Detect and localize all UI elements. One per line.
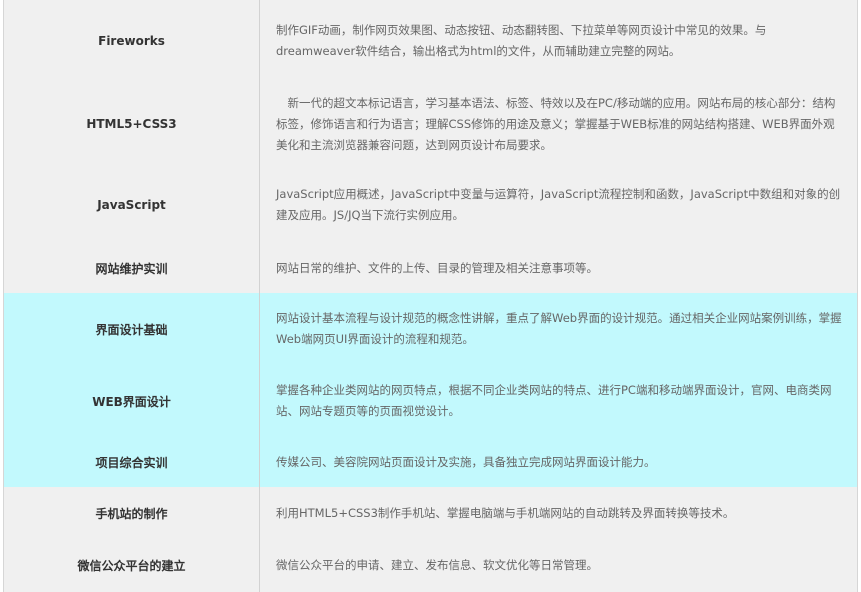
course-description-text: JavaScript应用概述，JavaScript中变量与运算符，JavaScr…	[276, 187, 841, 222]
course-name: HTML5+CSS3	[4, 82, 260, 166]
course-name: 微信公众平台的建立	[4, 539, 260, 592]
course-description: 网站设计基本流程与设计规范的概念性讲解，重点了解Web界面的设计规范。通过相关企…	[260, 293, 857, 365]
table-row: 界面设计基础 网站设计基本流程与设计规范的概念性讲解，重点了解Web界面的设计规…	[4, 293, 857, 365]
course-description-text: 制作GIF动画，制作网页效果图、动态按钮、动态翻转图、下拉菜单等网页设计中常见的…	[276, 23, 767, 58]
course-description: 制作GIF动画，制作网页效果图、动态按钮、动态翻转图、下拉菜单等网页设计中常见的…	[260, 0, 857, 82]
table-row: HTML5+CSS3 新一代的超文本标记语言，学习基本语法、标签、特效以及在PC…	[4, 82, 857, 166]
course-description: 新一代的超文本标记语言，学习基本语法、标签、特效以及在PC/移动端的应用。网站布…	[260, 82, 857, 166]
table-row: 微信公众平台的建立 微信公众平台的申请、建立、发布信息、软文优化等日常管理。	[4, 539, 857, 592]
course-description-text: 网站设计基本流程与设计规范的概念性讲解，重点了解Web界面的设计规范。通过相关企…	[276, 311, 842, 346]
course-description-text: 利用HTML5+CSS3制作手机站、掌握电脑端与手机端网站的自动跳转及界面转换等…	[276, 505, 735, 520]
course-description: 传媒公司、美容院网站页面设计及实施，具备独立完成网站界面设计能力。	[260, 437, 857, 487]
course-name: WEB界面设计	[4, 365, 260, 437]
course-name: 网站维护实训	[4, 244, 260, 293]
course-description: 利用HTML5+CSS3制作手机站、掌握电脑端与手机端网站的自动跳转及界面转换等…	[260, 487, 857, 539]
course-description: 微信公众平台的申请、建立、发布信息、软文优化等日常管理。	[260, 539, 857, 592]
table-row: JavaScript JavaScript应用概述，JavaScript中变量与…	[4, 166, 857, 244]
course-description-text: 微信公众平台的申请、建立、发布信息、软文优化等日常管理。	[276, 558, 598, 572]
course-name: 项目综合实训	[4, 437, 260, 487]
curriculum-table: Fireworks 制作GIF动画，制作网页效果图、动态按钮、动态翻转图、下拉菜…	[3, 0, 858, 592]
course-description-text: 掌握各种企业类网站的网页特点，根据不同企业类网站的特点、进行PC端和移动端界面设…	[276, 383, 832, 418]
table-row: 网站维护实训 网站日常的维护、文件的上传、目录的管理及相关注意事项等。	[4, 244, 857, 293]
course-description: 网站日常的维护、文件的上传、目录的管理及相关注意事项等。	[260, 244, 857, 293]
course-name: 手机站的制作	[4, 487, 260, 539]
table-row: Fireworks 制作GIF动画，制作网页效果图、动态按钮、动态翻转图、下拉菜…	[4, 0, 857, 82]
course-description-text: 网站日常的维护、文件的上传、目录的管理及相关注意事项等。	[276, 261, 598, 275]
course-description-text: 传媒公司、美容院网站页面设计及实施，具备独立完成网站界面设计能力。	[276, 454, 656, 469]
course-name: 界面设计基础	[4, 293, 260, 365]
course-description: 掌握各种企业类网站的网页特点，根据不同企业类网站的特点、进行PC端和移动端界面设…	[260, 365, 857, 437]
course-description-text: 新一代的超文本标记语言，学习基本语法、标签、特效以及在PC/移动端的应用。网站布…	[276, 95, 836, 152]
course-description: JavaScript应用概述，JavaScript中变量与运算符，JavaScr…	[260, 166, 857, 244]
table-row: WEB界面设计 掌握各种企业类网站的网页特点，根据不同企业类网站的特点、进行PC…	[4, 365, 857, 437]
course-name: JavaScript	[4, 166, 260, 244]
table-row: 项目综合实训 传媒公司、美容院网站页面设计及实施，具备独立完成网站界面设计能力。	[4, 437, 857, 487]
table-row: 手机站的制作 利用HTML5+CSS3制作手机站、掌握电脑端与手机端网站的自动跳…	[4, 487, 857, 539]
course-name: Fireworks	[4, 0, 260, 82]
